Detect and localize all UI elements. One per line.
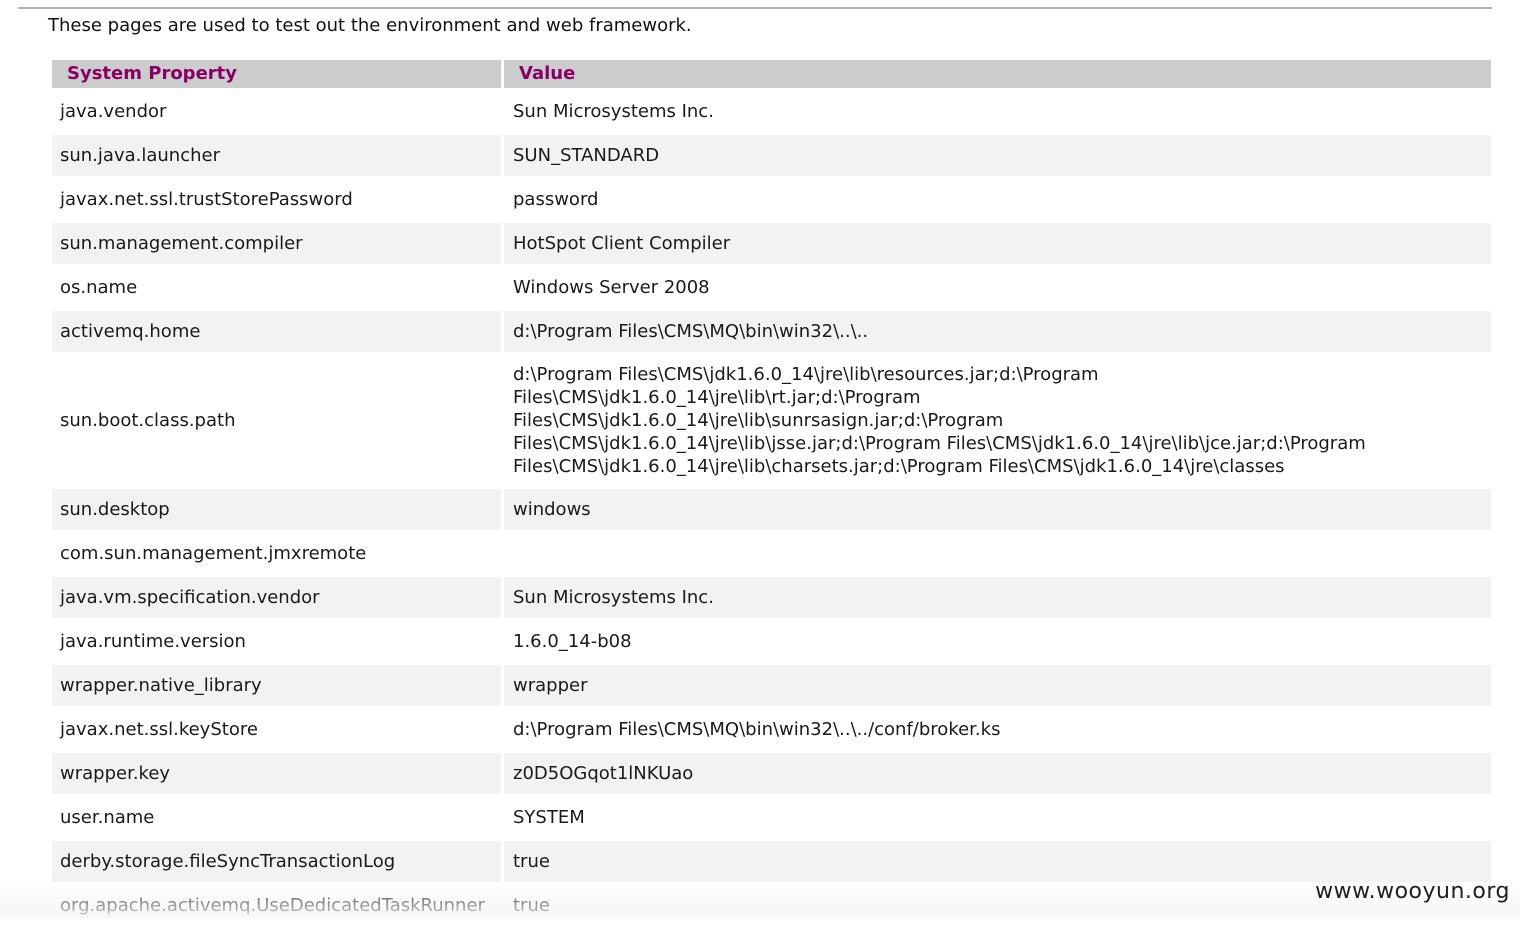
property-value: z0D5OGqot1lNKUao [504, 753, 1491, 794]
table-row: javax.net.ssl.trustStorePassword passwor… [52, 179, 1491, 220]
property-value [504, 533, 1491, 574]
property-value: windows [504, 489, 1491, 530]
property-value: Sun Microsystems Inc. [504, 91, 1491, 132]
property-name: sun.java.launcher [52, 135, 501, 176]
property-value: Sun Microsystems Inc. [504, 577, 1491, 618]
table-row: sun.desktop windows [52, 489, 1491, 530]
table-row: sun.management.compiler HotSpot Client C… [52, 223, 1491, 264]
column-header-property: System Property [52, 60, 501, 88]
property-name: wrapper.key [52, 753, 501, 794]
table-row: activemq.home d:\Program Files\CMS\MQ\bi… [52, 311, 1491, 352]
table-row: wrapper.native_library wrapper [52, 665, 1491, 706]
property-value: true [504, 841, 1491, 882]
property-name: os.name [52, 267, 501, 308]
table-row: user.name SYSTEM [52, 797, 1491, 838]
property-value: d:\Program Files\CMS\MQ\bin\win32\..\../… [504, 709, 1491, 750]
property-value: wrapper [504, 665, 1491, 706]
property-name: sun.boot.class.path [52, 355, 501, 486]
table-row: org.apache.activemq.UseDedicatedTaskRunn… [52, 885, 1491, 926]
table-row: javax.net.ssl.keyStore d:\Program Files\… [52, 709, 1491, 750]
table-header-row: System Property Value [52, 60, 1491, 88]
property-name: sun.desktop [52, 489, 501, 530]
watermark-text: www.wooyun.org [1315, 879, 1510, 904]
intro-text: These pages are used to test out the env… [48, 15, 692, 36]
table-body: java.vendor Sun Microsystems Inc. sun.ja… [52, 91, 1491, 926]
table-row: sun.boot.class.path d:\Program Files\CMS… [52, 355, 1491, 486]
property-value: password [504, 179, 1491, 220]
property-name: activemq.home [52, 311, 501, 352]
table-row: java.runtime.version 1.6.0_14-b08 [52, 621, 1491, 662]
page-heading-fragment [70, 0, 140, 4]
property-name: wrapper.native_library [52, 665, 501, 706]
property-name: user.name [52, 797, 501, 838]
heading-divider [18, 7, 1492, 9]
property-value: d:\Program Files\CMS\jdk1.6.0_14\jre\lib… [504, 355, 1491, 486]
property-value: Windows Server 2008 [504, 267, 1491, 308]
table-row: java.vm.specification.vendor Sun Microsy… [52, 577, 1491, 618]
property-name: java.vendor [52, 91, 501, 132]
property-value: HotSpot Client Compiler [504, 223, 1491, 264]
table-row: java.vendor Sun Microsystems Inc. [52, 91, 1491, 132]
property-name: com.sun.management.jmxremote [52, 533, 501, 574]
column-header-value: Value [504, 60, 1491, 88]
table-row: com.sun.management.jmxremote [52, 533, 1491, 574]
property-name: java.runtime.version [52, 621, 501, 662]
property-value: SUN_STANDARD [504, 135, 1491, 176]
property-name: javax.net.ssl.keyStore [52, 709, 501, 750]
table-row: derby.storage.fileSyncTransactionLog tru… [52, 841, 1491, 882]
property-name: java.vm.specification.vendor [52, 577, 501, 618]
property-name: javax.net.ssl.trustStorePassword [52, 179, 501, 220]
table-row: sun.java.launcher SUN_STANDARD [52, 135, 1491, 176]
property-name: org.apache.activemq.UseDedicatedTaskRunn… [52, 885, 501, 926]
property-value: SYSTEM [504, 797, 1491, 838]
system-properties-table: System Property Value java.vendor Sun Mi… [49, 57, 1494, 929]
table-row: os.name Windows Server 2008 [52, 267, 1491, 308]
property-name: sun.management.compiler [52, 223, 501, 264]
property-name: derby.storage.fileSyncTransactionLog [52, 841, 501, 882]
property-value: 1.6.0_14-b08 [504, 621, 1491, 662]
table-row: wrapper.key z0D5OGqot1lNKUao [52, 753, 1491, 794]
property-value: d:\Program Files\CMS\MQ\bin\win32\..\.. [504, 311, 1491, 352]
